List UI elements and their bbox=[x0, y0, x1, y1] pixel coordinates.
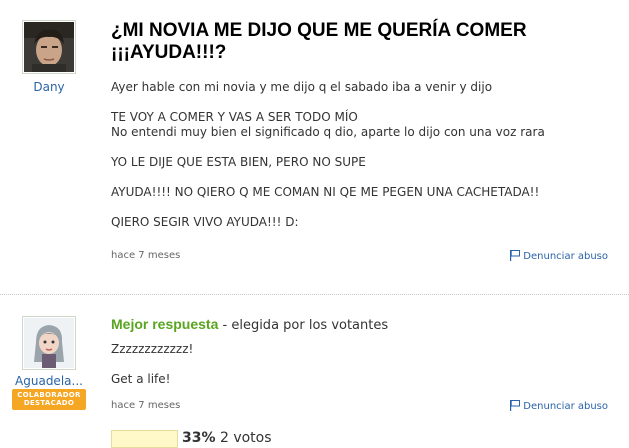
divider bbox=[0, 294, 629, 295]
question-title: ¿MI NOVIA ME DIJO QUE ME QUERÍA COMER ¡¡… bbox=[111, 20, 527, 63]
question-time: hace 7 meses bbox=[111, 250, 181, 261]
answer-avatar[interactable] bbox=[22, 316, 76, 370]
report-abuse-label: Denunciar abuso bbox=[523, 251, 608, 262]
question-body: Ayer hable con mi novia y me dijo q el s… bbox=[111, 80, 611, 230]
question-line: YO LE DIJE QUE ESTA BIEN, PERO NO SUPE bbox=[111, 155, 366, 169]
badge-line: DESTACADO bbox=[23, 399, 75, 407]
flag-icon bbox=[510, 250, 521, 261]
avatar-photo bbox=[24, 22, 74, 72]
question-user-name[interactable]: Dany bbox=[18, 80, 80, 94]
question-section: Dany ¿MI NOVIA ME DIJO QUE ME QUERÍA COM… bbox=[0, 0, 629, 290]
votes-summary: 33% 2 votos bbox=[182, 430, 272, 446]
answer-line: Get a life! bbox=[111, 372, 171, 386]
answer-body: Zzzzzzzzzzzz! Get a life! bbox=[111, 342, 611, 387]
answer-time: hace 7 meses bbox=[111, 400, 181, 411]
question-line: No entendi muy bien el significado q dio… bbox=[111, 125, 545, 139]
votes-count: 2 votos bbox=[219, 430, 272, 446]
votes-percent: 33% bbox=[182, 430, 216, 446]
votes-bar bbox=[111, 430, 178, 448]
featured-contributor-badge: COLABORADOR DESTACADO bbox=[12, 389, 86, 410]
report-abuse-link[interactable]: Denunciar abuso bbox=[510, 250, 608, 262]
question-line: TE VOY A COMER Y VAS A SER TODO MÍO bbox=[111, 110, 358, 124]
flag-icon bbox=[510, 400, 521, 411]
avatar-cartoon bbox=[24, 318, 74, 368]
question-line: Ayer hable con mi novia y me dijo q el s… bbox=[111, 80, 493, 94]
answer-user-name[interactable]: Aguadela... bbox=[12, 374, 86, 388]
best-answer-header: Mejor respuesta - elegida por los votant… bbox=[111, 316, 388, 333]
report-abuse-link[interactable]: Denunciar abuso bbox=[510, 400, 608, 412]
question-avatar[interactable] bbox=[22, 20, 76, 74]
question-line: QIERO SEGIR VIVO AYUDA!!! D: bbox=[111, 215, 299, 229]
answer-line: Zzzzzzzzzzzz! bbox=[111, 342, 194, 356]
report-abuse-label: Denunciar abuso bbox=[523, 401, 608, 412]
question-line: AYUDA!!!! NO QIERO Q ME COMAN NI QE ME P… bbox=[111, 185, 540, 199]
best-answer-suffix: - elegida por los votantes bbox=[222, 318, 389, 333]
best-answer-label: Mejor respuesta bbox=[111, 316, 219, 332]
badge-line: COLABORADOR bbox=[17, 391, 81, 399]
